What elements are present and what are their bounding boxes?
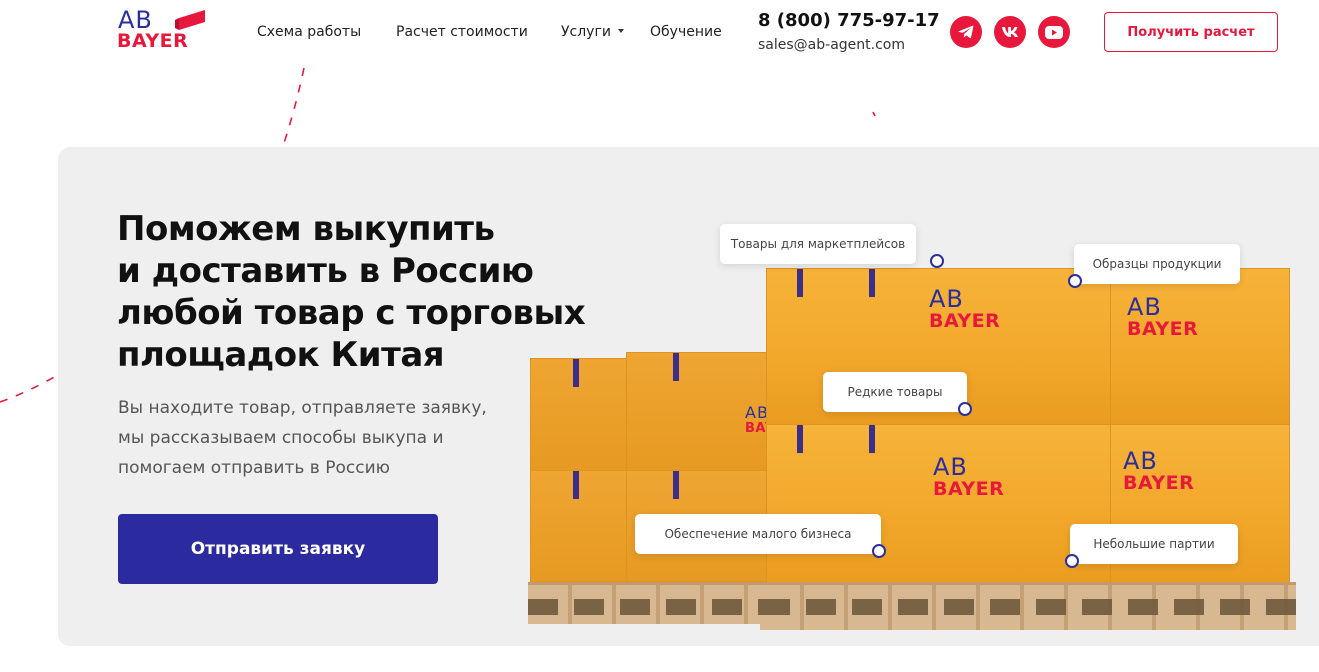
- vk-icon: [1002, 27, 1018, 37]
- submit-request-button[interactable]: Отправить заявку: [118, 514, 438, 584]
- feature-tag: Небольшие партии: [1070, 524, 1238, 564]
- nav-item-training[interactable]: Обучение: [650, 22, 722, 42]
- phone-link[interactable]: 8 (800) 775-97-17: [758, 9, 940, 33]
- cargo-box: AB BAYER: [626, 352, 794, 472]
- box-tape: [797, 269, 803, 297]
- feature-tag: Товары для маркетплейсов: [720, 224, 916, 264]
- brand-logo[interactable]: AB BAYER: [117, 7, 219, 52]
- feature-tag: Редкие товары: [823, 372, 967, 412]
- box-logo: AB BAYER: [933, 453, 1005, 500]
- vk-button[interactable]: [994, 16, 1026, 48]
- box-tape: [673, 353, 679, 381]
- telegram-button[interactable]: [950, 16, 982, 48]
- tag-marker-dot: [1068, 274, 1082, 288]
- tag-marker-dot: [872, 544, 886, 558]
- hero-subtitle: Вы находите товар, отправляете заявку, м…: [118, 393, 518, 483]
- box-tape: [573, 359, 579, 387]
- pallet-illustration: AB BAYER AB BAYER AB BAYER AB BAYER: [520, 224, 1319, 640]
- cargo-box: [530, 470, 628, 582]
- youtube-button[interactable]: [1038, 16, 1070, 48]
- box-logo: AB BAYER: [929, 285, 1001, 332]
- box-logo: AB BAYER: [1127, 293, 1199, 340]
- cargo-box: AB BAYER: [766, 424, 1112, 584]
- cargo-box: [530, 358, 628, 472]
- cargo-box: AB BAYER: [1110, 268, 1290, 426]
- site-header: AB BAYER Схема работы Расчет стоимости У…: [0, 0, 1319, 66]
- chevron-down-icon: [617, 29, 624, 33]
- nav-item-scheme[interactable]: Схема работы: [257, 22, 361, 42]
- telegram-icon: [958, 25, 974, 39]
- email-link[interactable]: sales@ab-agent.com: [758, 35, 905, 55]
- hero-subtitle-line: помогаем отправить в Россию: [118, 458, 390, 478]
- tag-marker-dot: [1065, 554, 1079, 568]
- box-tape: [797, 425, 803, 453]
- box-tape: [869, 269, 875, 297]
- wooden-pallet: [760, 582, 1296, 630]
- wooden-pallet: [528, 582, 772, 624]
- youtube-icon: [1045, 25, 1063, 39]
- feature-tag: Обеспечение малого бизнеса: [635, 514, 881, 554]
- hero-subtitle-line: Вы находите товар, отправляете заявку,: [118, 398, 487, 418]
- nav-item-pricing[interactable]: Расчет стоимости: [396, 22, 528, 42]
- tag-marker-dot: [930, 254, 944, 268]
- box-logo: AB BAYER: [1123, 447, 1195, 494]
- tag-marker-dot: [958, 402, 972, 416]
- nav-item-services[interactable]: Услуги: [561, 22, 624, 42]
- logo-text-bayer: BAYER: [117, 30, 189, 52]
- logo-flag-icon: [175, 10, 205, 30]
- nav-item-services-label: Услуги: [561, 24, 611, 40]
- hero-subtitle-line: мы рассказываем способы выкупа и: [118, 428, 444, 448]
- box-tape: [869, 425, 875, 453]
- box-tape: [573, 471, 579, 499]
- feature-tag: Образцы продукции: [1074, 244, 1240, 284]
- box-tape: [673, 471, 679, 499]
- get-estimate-button[interactable]: Получить расчет: [1104, 12, 1278, 52]
